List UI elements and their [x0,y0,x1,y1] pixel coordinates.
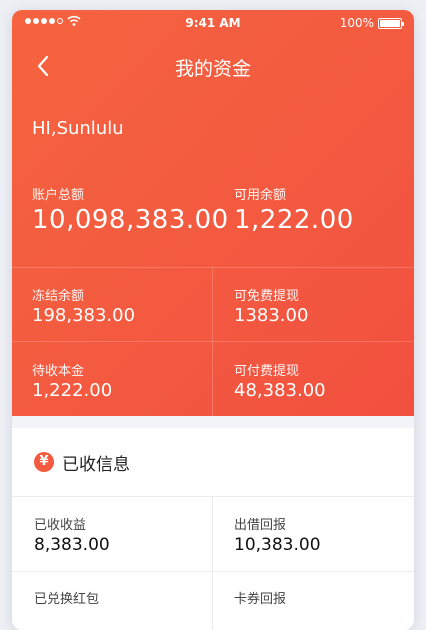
frozen-balance-value: 198,383.00 [32,305,136,326]
paid-withdraw-label: 可付费提现 [234,364,300,379]
total-balance-value: 10,098,383.00 [32,205,229,235]
yuan-icon: ¥ [34,452,54,472]
free-withdraw-label: 可免费提现 [234,289,300,304]
coupon-return-label: 卡券回报 [234,592,287,607]
funds-header: 9:41 AM 100% 我的资金 HI,Sunlulu 账户总额 10,098… [12,10,414,416]
available-balance-label: 可用余额 [234,188,287,203]
greeting-text: HI,Sunlulu [32,118,124,139]
received-income-value: 8,383.00 [34,535,110,555]
divider [12,341,414,342]
status-bar: 9:41 AM 100% [12,10,414,36]
lending-return-label: 出借回报 [234,518,287,533]
page-title: 我的资金 [174,58,251,80]
received-income-label: 已收收益 [34,518,87,533]
pending-principal-value: 1,222.00 [32,380,113,401]
free-withdraw-value: 1383.00 [234,305,309,326]
divider [12,571,414,572]
frozen-balance-label: 冻结余额 [32,289,85,304]
pending-principal-label: 待收本金 [32,364,85,379]
lending-return-value: 10,383.00 [234,535,321,555]
section-gap [12,416,414,428]
received-info-header: ¥ 已收信息 [12,428,414,497]
battery-icon [378,18,404,29]
available-balance-value: 1,222.00 [234,205,354,235]
phone-screen: 9:41 AM 100% 我的资金 HI,Sunlulu 账户总额 10,098… [12,10,414,630]
received-info-title: 已收信息 [62,455,130,475]
total-balance-label: 账户总额 [32,188,85,203]
divider [12,267,414,268]
redeemed-bonus-label: 已兑换红包 [34,592,100,607]
paid-withdraw-value: 48,383.00 [234,380,326,401]
battery-percentage: 100% [339,16,374,30]
divider [212,497,213,630]
